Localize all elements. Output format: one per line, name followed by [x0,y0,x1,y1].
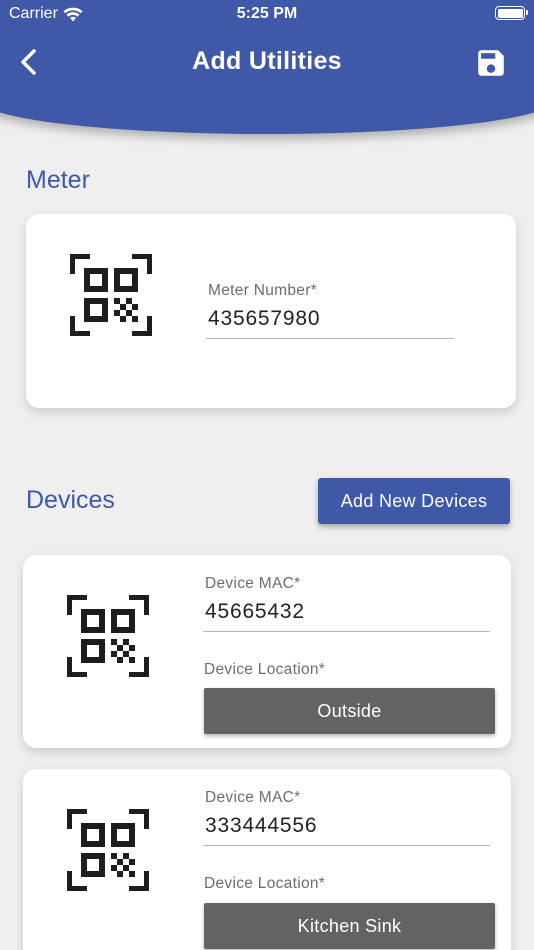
battery-icon [495,6,528,20]
qr-code-scan-icon[interactable] [67,595,149,677]
status-time: 5:25 PM [236,5,298,22]
device-location-button[interactable]: Kitchen Sink [204,903,495,949]
meter-number-label: Meter Number* [208,282,317,299]
floppy-disk-icon [478,50,504,76]
device-mac-label: Device MAC* [205,575,301,592]
add-new-devices-button[interactable]: Add New Devices [318,478,510,524]
meter-section-title: Meter [26,166,90,194]
device-mac-label: Device MAC* [205,789,301,806]
device-mac-underline [203,631,490,632]
device-mac-underline [203,845,490,846]
meter-card: Meter Number* 435657980 [26,214,516,408]
meter-number-underline [206,338,454,339]
page-title: Add Utilities [192,47,342,75]
device-mac-input[interactable]: 333444556 [205,814,317,838]
device-card: Device MAC* 333444556 Device Location* K… [23,769,511,950]
device-mac-input[interactable]: 45665432 [205,600,305,624]
device-location-label: Device Location* [204,661,326,678]
meter-number-input[interactable]: 435657980 [208,307,320,331]
qr-code-scan-icon[interactable] [70,254,152,336]
qr-code-scan-icon[interactable] [67,809,149,891]
device-location-label: Device Location* [204,875,326,892]
devices-section-title: Devices [26,486,115,514]
save-button[interactable] [474,46,508,80]
status-bar: Carrier 5:25 PM [0,0,534,28]
device-location-button[interactable]: Outside [204,688,495,734]
device-card: Device MAC* 45665432 Device Location* Ou… [23,555,511,748]
